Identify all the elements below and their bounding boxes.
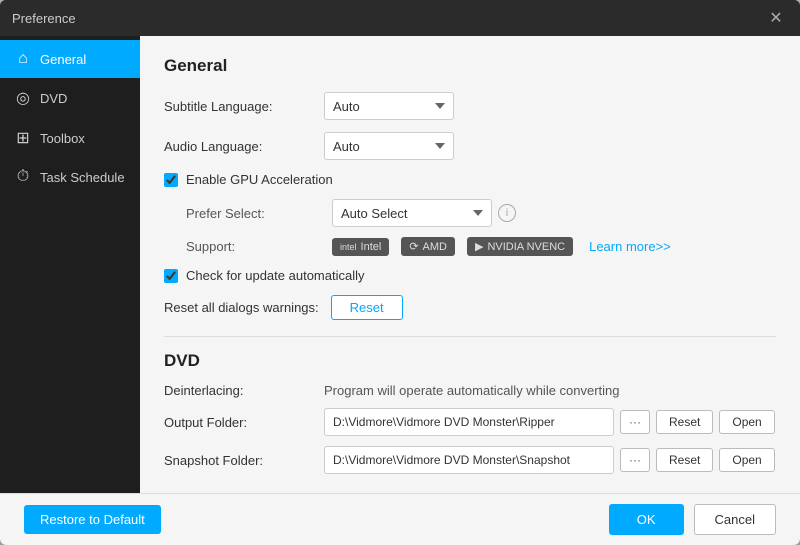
prefer-select-row: Prefer Select: Auto Select i <box>186 199 776 227</box>
deinterlacing-desc: Program will operate automatically while… <box>324 383 620 398</box>
nvidia-label: NVIDIA NVENC <box>487 241 565 253</box>
support-label: Support: <box>186 239 324 254</box>
output-folder-path-row: ··· Reset Open <box>324 408 775 436</box>
titlebar: Preference ✕ <box>0 0 800 36</box>
dvd-icon: ◎ <box>14 88 32 108</box>
gpu-acceleration-checkbox[interactable] <box>164 173 178 187</box>
general-section-title: General <box>164 56 776 76</box>
sidebar-item-general[interactable]: ⌂ General <box>0 40 140 78</box>
reset-dialogs-button[interactable]: Reset <box>331 295 403 320</box>
sidebar-item-dvd[interactable]: ◎ DVD <box>0 78 140 118</box>
gpu-sub-options: Prefer Select: Auto Select i Support: in… <box>186 199 776 256</box>
ok-button[interactable]: OK <box>609 504 684 535</box>
toolbox-icon: ⊞ <box>14 128 32 148</box>
info-icon[interactable]: i <box>498 204 516 222</box>
amd-chip: ⟳ AMD <box>401 237 455 256</box>
output-folder-reset-button[interactable]: Reset <box>656 410 713 434</box>
gpu-acceleration-label[interactable]: Enable GPU Acceleration <box>186 172 333 187</box>
check-update-checkbox[interactable] <box>164 269 178 283</box>
output-folder-label: Output Folder: <box>164 415 324 430</box>
restore-default-button[interactable]: Restore to Default <box>24 505 161 534</box>
close-button[interactable]: ✕ <box>764 6 788 30</box>
snapshot-folder-open-button[interactable]: Open <box>719 448 774 472</box>
snapshot-folder-row: Snapshot Folder: ··· Reset Open <box>164 446 776 474</box>
gpu-section: Enable GPU Acceleration Prefer Select: A… <box>164 172 776 256</box>
deinterlacing-label: Deinterlacing: <box>164 383 324 398</box>
prefer-select-dropdown[interactable]: Auto Select <box>332 199 492 227</box>
sidebar-label-toolbox: Toolbox <box>40 131 85 146</box>
snapshot-folder-path-row: ··· Reset Open <box>324 446 775 474</box>
schedule-icon: ⏱ <box>14 168 32 186</box>
subtitle-language-label: Subtitle Language: <box>164 99 324 114</box>
dialog-body: ⌂ General ◎ DVD ⊞ Toolbox ⏱ Task Schedul… <box>0 36 800 493</box>
check-update-label[interactable]: Check for update automatically <box>186 268 364 283</box>
section-divider <box>164 336 776 337</box>
deinterlacing-row: Deinterlacing: Program will operate auto… <box>164 383 776 398</box>
reset-dialogs-label: Reset all dialogs warnings: <box>164 300 319 315</box>
prefer-select-label: Prefer Select: <box>186 206 324 221</box>
sidebar: ⌂ General ◎ DVD ⊞ Toolbox ⏱ Task Schedul… <box>0 36 140 493</box>
output-folder-open-button[interactable]: Open <box>719 410 774 434</box>
dialog-footer: Restore to Default OK Cancel <box>0 493 800 545</box>
learn-more-link[interactable]: Learn more>> <box>589 239 671 254</box>
sidebar-label-task-schedule: Task Schedule <box>40 170 125 185</box>
subtitle-language-row: Subtitle Language: Auto <box>164 92 776 120</box>
output-folder-dots-button[interactable]: ··· <box>620 410 650 434</box>
check-update-row: Check for update automatically <box>164 268 776 283</box>
prefer-select-wrap: Auto Select i <box>332 199 516 227</box>
sidebar-item-task-schedule[interactable]: ⏱ Task Schedule <box>0 158 140 196</box>
output-folder-input[interactable] <box>324 408 614 436</box>
gpu-checkbox-row: Enable GPU Acceleration <box>164 172 776 187</box>
snapshot-folder-dots-button[interactable]: ··· <box>620 448 650 472</box>
audio-language-row: Audio Language: Auto <box>164 132 776 160</box>
intel-icon: intel <box>340 242 357 252</box>
output-folder-row: Output Folder: ··· Reset Open <box>164 408 776 436</box>
nvidia-icon: ▶ <box>475 240 483 253</box>
dialog-title: Preference <box>12 11 76 26</box>
amd-label: AMD <box>423 241 447 253</box>
intel-label: Intel <box>361 241 382 253</box>
amd-icon: ⟳ <box>409 240 418 253</box>
intel-chip: intel Intel <box>332 238 389 256</box>
reset-dialogs-row: Reset all dialogs warnings: Reset <box>164 295 776 320</box>
sidebar-label-dvd: DVD <box>40 91 67 106</box>
sidebar-item-toolbox[interactable]: ⊞ Toolbox <box>0 118 140 158</box>
subtitle-language-select[interactable]: Auto <box>324 92 454 120</box>
sidebar-label-general: General <box>40 52 86 67</box>
footer-right-buttons: OK Cancel <box>609 504 776 535</box>
snapshot-folder-input[interactable] <box>324 446 614 474</box>
nvidia-chip: ▶ NVIDIA NVENC <box>467 237 573 256</box>
preference-dialog: Preference ✕ ⌂ General ◎ DVD ⊞ Toolbox ⏱… <box>0 0 800 545</box>
home-icon: ⌂ <box>14 50 32 68</box>
support-row: Support: intel Intel ⟳ AMD ▶ NVIDIA NVEN… <box>186 237 776 256</box>
cancel-button[interactable]: Cancel <box>694 504 776 535</box>
dvd-section-title: DVD <box>164 351 776 371</box>
audio-language-select[interactable]: Auto <box>324 132 454 160</box>
audio-language-label: Audio Language: <box>164 139 324 154</box>
content-area: General Subtitle Language: Auto Audio La… <box>140 36 800 493</box>
snapshot-folder-label: Snapshot Folder: <box>164 453 324 468</box>
snapshot-folder-reset-button[interactable]: Reset <box>656 448 713 472</box>
